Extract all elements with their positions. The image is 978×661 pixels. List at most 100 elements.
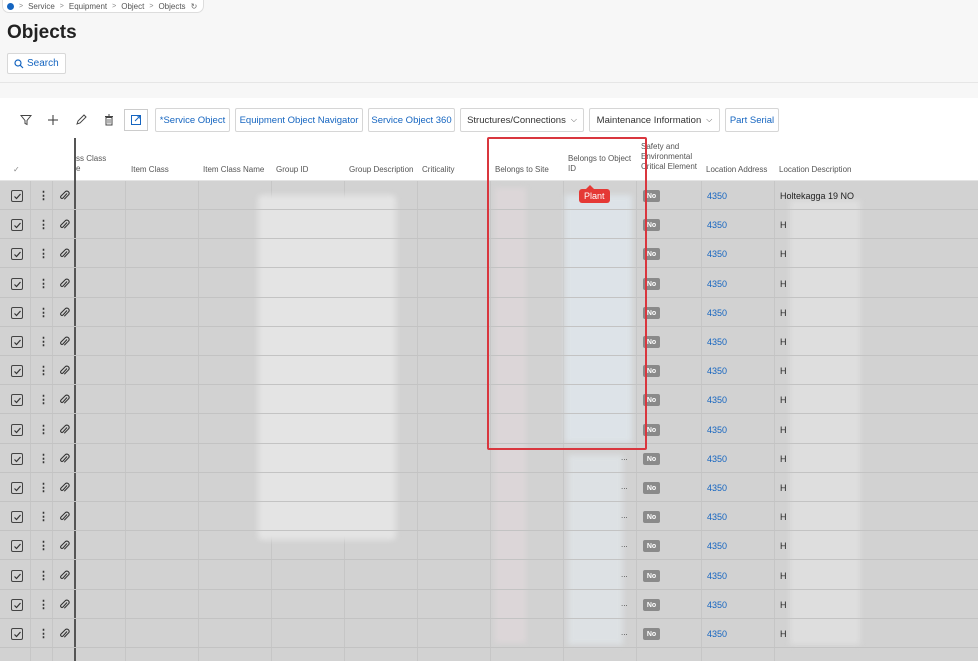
row-menu-icon[interactable]: ⋮ — [38, 452, 49, 465]
location-address-link[interactable]: 4350 — [707, 249, 727, 259]
row-checkbox[interactable] — [11, 190, 23, 202]
attachment-icon[interactable] — [59, 570, 70, 582]
maintenance-information-dropdown[interactable]: Maintenance Information ⌵ — [589, 108, 720, 132]
attachment-icon[interactable] — [59, 190, 70, 202]
location-address-link[interactable]: 4350 — [707, 308, 727, 318]
breadcrumb-objects[interactable]: Objects — [158, 2, 185, 11]
location-address-link[interactable]: 4350 — [707, 279, 727, 289]
attachment-icon[interactable] — [59, 394, 70, 406]
part-serial-button[interactable]: Part Serial — [725, 108, 779, 132]
column-header-item-class[interactable]: Item Class — [131, 165, 169, 175]
column-header-group-id[interactable]: Group ID — [276, 165, 308, 175]
row-menu-icon[interactable]: ⋮ — [38, 510, 49, 523]
table-row[interactable] — [0, 619, 978, 648]
row-checkbox[interactable] — [11, 336, 23, 348]
search-button[interactable]: Search — [7, 53, 66, 74]
service-object-button[interactable]: *Service Object — [155, 108, 230, 132]
breadcrumb-equipment[interactable]: Equipment — [69, 2, 107, 11]
row-checkbox[interactable] — [11, 599, 23, 611]
attachment-icon[interactable] — [59, 540, 70, 552]
attachment-icon[interactable] — [59, 453, 70, 465]
row-menu-icon[interactable]: ⋮ — [38, 393, 49, 406]
row-checkbox[interactable] — [11, 424, 23, 436]
home-icon[interactable] — [7, 2, 14, 10]
row-checkbox[interactable] — [11, 365, 23, 377]
attachment-icon[interactable] — [59, 424, 70, 436]
location-address-link[interactable]: 4350 — [707, 483, 727, 493]
attachment-icon[interactable] — [59, 248, 70, 260]
table-row[interactable] — [0, 531, 978, 560]
row-checkbox[interactable] — [11, 307, 23, 319]
column-header-item-class-name[interactable]: Item Class Name — [203, 165, 264, 175]
row-menu-icon[interactable]: ⋮ — [38, 335, 49, 348]
row-checkbox[interactable] — [11, 628, 23, 640]
filter-icon[interactable] — [16, 110, 36, 130]
column-header-location-address[interactable]: Location Address — [706, 165, 767, 175]
delete-icon[interactable] — [99, 110, 119, 130]
row-menu-icon[interactable]: ⋮ — [38, 569, 49, 582]
location-address-link[interactable]: 4350 — [707, 571, 727, 581]
row-menu-icon[interactable]: ⋮ — [38, 306, 49, 319]
column-header-group-description[interactable]: Group Description — [349, 165, 413, 175]
row-checkbox[interactable] — [11, 278, 23, 290]
open-external-icon[interactable] — [124, 109, 148, 131]
row-menu-icon[interactable]: ⋮ — [38, 423, 49, 436]
row-checkbox[interactable] — [11, 394, 23, 406]
attachment-icon[interactable] — [59, 219, 70, 231]
attachment-icon[interactable] — [59, 307, 70, 319]
equipment-object-navigator-button[interactable]: Equipment Object Navigator — [235, 108, 363, 132]
location-address-link[interactable]: 4350 — [707, 512, 727, 522]
location-address-link[interactable]: 4350 — [707, 454, 727, 464]
location-address-link[interactable]: 4350 — [707, 337, 727, 347]
column-header-class[interactable]: ss Class e — [76, 154, 106, 174]
row-menu-icon[interactable]: ⋮ — [38, 598, 49, 611]
attachment-icon[interactable] — [59, 336, 70, 348]
column-header-location-description[interactable]: Location Description — [779, 165, 851, 175]
row-checkbox[interactable] — [11, 482, 23, 494]
refresh-icon[interactable]: ↻ — [191, 2, 198, 11]
select-all-checkmark[interactable]: ✓ — [13, 165, 20, 175]
table-row[interactable] — [0, 561, 978, 590]
row-checkbox[interactable] — [11, 219, 23, 231]
breadcrumb-service[interactable]: Service — [28, 2, 55, 11]
attachment-icon[interactable] — [59, 511, 70, 523]
attachment-icon[interactable] — [59, 365, 70, 377]
edit-icon[interactable] — [71, 110, 91, 130]
location-address-link[interactable]: 4350 — [707, 395, 727, 405]
location-address-link[interactable]: 4350 — [707, 541, 727, 551]
attachment-icon[interactable] — [59, 599, 70, 611]
structures-connections-dropdown[interactable]: Structures/Connections ⌵ — [460, 108, 584, 132]
row-menu-icon[interactable]: ⋮ — [38, 627, 49, 640]
column-header-safety[interactable]: Safety and Environmental Critical Element — [641, 142, 697, 172]
location-description: H — [780, 249, 787, 259]
attachment-icon[interactable] — [59, 628, 70, 640]
attachment-icon[interactable] — [59, 278, 70, 290]
location-address-link[interactable]: 4350 — [707, 366, 727, 376]
row-checkbox[interactable] — [11, 453, 23, 465]
row-menu-icon[interactable]: ⋮ — [38, 539, 49, 552]
service-object-360-button[interactable]: Service Object 360 — [368, 108, 455, 132]
location-address-link[interactable]: 4350 — [707, 425, 727, 435]
attachment-icon[interactable] — [59, 482, 70, 494]
row-checkbox[interactable] — [11, 511, 23, 523]
row-checkbox[interactable] — [11, 570, 23, 582]
table-row[interactable] — [0, 473, 978, 502]
row-menu-icon[interactable]: ⋮ — [38, 277, 49, 290]
table-row[interactable] — [0, 590, 978, 619]
location-address-link[interactable]: 4350 — [707, 220, 727, 230]
row-menu-icon[interactable]: ⋮ — [38, 481, 49, 494]
location-address-link[interactable]: 4350 — [707, 191, 727, 201]
part-serial-label: Part Serial — [729, 114, 775, 126]
location-address-link[interactable]: 4350 — [707, 600, 727, 610]
add-icon[interactable] — [43, 110, 63, 130]
location-address-link[interactable]: 4350 — [707, 629, 727, 639]
table-row[interactable] — [0, 502, 978, 531]
row-menu-icon[interactable]: ⋮ — [38, 218, 49, 231]
row-menu-icon[interactable]: ⋮ — [38, 364, 49, 377]
row-checkbox[interactable] — [11, 248, 23, 260]
column-header-criticality[interactable]: Criticality — [422, 165, 454, 175]
breadcrumb-object[interactable]: Object — [121, 2, 144, 11]
row-menu-icon[interactable]: ⋮ — [38, 189, 49, 202]
row-menu-icon[interactable]: ⋮ — [38, 247, 49, 260]
row-checkbox[interactable] — [11, 540, 23, 552]
